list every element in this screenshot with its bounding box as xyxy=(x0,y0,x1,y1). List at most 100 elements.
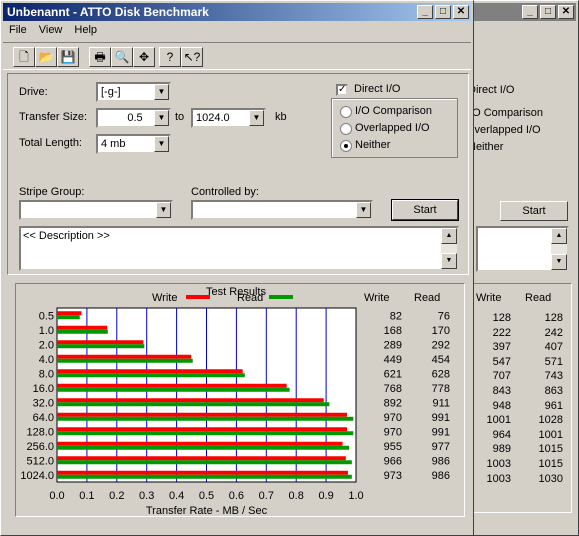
main-window: Unbenannt - ATTO Disk Benchmark _ □ ✕ Fi… xyxy=(0,0,474,536)
bg-write-value: 397 xyxy=(492,341,511,354)
total-length-select[interactable]: 4 mb ▼ xyxy=(96,134,171,154)
overlapped-io-radio[interactable] xyxy=(340,123,352,135)
read-value: 778 xyxy=(432,383,450,395)
maximize-button[interactable]: □ xyxy=(435,5,451,19)
bg-maximize-button[interactable]: □ xyxy=(540,5,556,19)
move-icon[interactable]: ✥ xyxy=(133,47,155,67)
bg-read-value: 1030 xyxy=(538,472,563,485)
y-tick-label: 128.0 xyxy=(26,426,54,438)
bg-write-value: 707 xyxy=(492,370,511,383)
bar-write xyxy=(57,311,82,316)
x-tick-label: 0.7 xyxy=(259,490,274,502)
transfer-size-to-value: 1024.0 xyxy=(196,112,230,124)
toolbar: 🗋 📂 💾 🖶 🔍 ✥ ? ↖? xyxy=(3,42,471,70)
bar-read xyxy=(57,445,350,450)
scroll-up-icon[interactable]: ▲ xyxy=(441,228,457,244)
bar-write xyxy=(57,340,144,345)
bar-write xyxy=(57,441,343,446)
bg-read-value: 1028 xyxy=(538,414,563,427)
scroll-down-icon[interactable]: ▼ xyxy=(441,253,457,269)
write-value: 449 xyxy=(384,354,402,366)
y-tick-label: 0.5 xyxy=(39,310,54,322)
bg-write-value: 1003 xyxy=(486,472,511,485)
chevron-down-icon[interactable]: ▼ xyxy=(156,202,171,218)
chevron-down-icon[interactable]: ▼ xyxy=(356,202,371,218)
y-tick-label: 8.0 xyxy=(39,368,54,380)
to-label: to xyxy=(175,111,185,123)
read-value: 911 xyxy=(432,397,450,409)
print-icon[interactable]: 🖶 xyxy=(89,47,111,67)
transfer-size-to-select[interactable]: 1024.0 ▼ xyxy=(191,108,266,128)
menu-file[interactable]: File xyxy=(3,22,33,40)
write-value: 621 xyxy=(384,368,402,380)
bg-start-button[interactable]: Start xyxy=(500,201,568,221)
chevron-down-icon[interactable]: ▼ xyxy=(249,110,264,126)
write-value: 768 xyxy=(384,383,402,395)
background-window: _ □ ✕ Direct I/O I/O Comparison Overlapp… xyxy=(465,0,579,536)
legend-write-swatch xyxy=(186,295,210,299)
bg-overlapped-io-label: Overlapped I/O xyxy=(466,124,541,136)
read-value: 986 xyxy=(432,455,450,467)
write-value: 168 xyxy=(384,325,402,337)
controlled-by-label: Controlled by: xyxy=(191,186,259,198)
bg-close-button[interactable]: ✕ xyxy=(558,5,574,19)
neither-label: Neither xyxy=(355,139,391,151)
read-value: 76 xyxy=(438,310,450,322)
bar-write xyxy=(57,427,348,432)
bg-read-header: Read xyxy=(525,292,552,304)
bg-read-value: 1015 xyxy=(538,458,563,470)
bg-description-box[interactable]: ▲ ▼ xyxy=(476,226,569,272)
new-icon[interactable]: 🗋 xyxy=(13,47,35,67)
bg-minimize-button[interactable]: _ xyxy=(522,5,538,19)
open-icon[interactable]: 📂 xyxy=(35,47,57,67)
read-value: 991 xyxy=(432,426,450,438)
io-comparison-radio[interactable] xyxy=(340,106,352,118)
read-value: 977 xyxy=(432,441,450,453)
save-icon[interactable]: 💾 xyxy=(57,47,79,67)
help-icon[interactable]: ? xyxy=(159,47,181,67)
menu-help[interactable]: Help xyxy=(68,22,103,40)
bg-write-value: 1003 xyxy=(486,458,511,470)
start-button[interactable]: Start xyxy=(391,199,459,221)
chevron-down-icon[interactable]: ▼ xyxy=(154,110,169,126)
description-box[interactable]: << Description >> ▲ ▼ xyxy=(19,226,459,271)
bg-read-value: 1015 xyxy=(538,443,563,456)
bg-read-value: 571 xyxy=(544,355,563,368)
direct-io-checkbox[interactable]: ✓ xyxy=(336,84,348,96)
write-value: 892 xyxy=(384,397,402,409)
bg-write-value: 547 xyxy=(492,355,511,368)
bar-read xyxy=(57,315,80,320)
transfer-size-from-select[interactable]: 0.5 ▼ xyxy=(96,108,171,128)
neither-radio[interactable] xyxy=(340,140,352,152)
total-length-value: 4 mb xyxy=(101,138,126,150)
description-scrollbar[interactable]: ▲ ▼ xyxy=(441,228,457,269)
menu-view[interactable]: View xyxy=(33,22,69,40)
write-header: Write xyxy=(364,292,389,304)
drive-select[interactable]: [-g-] ▼ xyxy=(96,82,171,102)
drive-label: Drive: xyxy=(19,86,48,98)
context-help-icon[interactable]: ↖? xyxy=(181,47,203,67)
print-preview-icon[interactable]: 🔍 xyxy=(111,47,133,67)
chevron-down-icon[interactable]: ▼ xyxy=(154,136,169,152)
stripe-group-label: Stripe Group: xyxy=(19,186,85,198)
chevron-down-icon[interactable]: ▼ xyxy=(154,84,169,100)
x-tick-label: 1.0 xyxy=(348,490,363,502)
bg-read-value: 1001 xyxy=(538,428,563,441)
stripe-group-select[interactable]: ▼ xyxy=(19,200,173,220)
minimize-button[interactable]: _ xyxy=(417,5,433,19)
read-value: 986 xyxy=(432,470,450,482)
io-mode-group: I/O Comparison Overlapped I/O Neither xyxy=(331,98,458,158)
transfer-size-label: Transfer Size: xyxy=(19,111,88,123)
y-tick-label: 512.0 xyxy=(26,455,54,467)
menu-bar: File View Help xyxy=(3,22,103,40)
read-header: Read xyxy=(414,292,440,304)
bar-write xyxy=(57,383,287,388)
y-tick-label: 2.0 xyxy=(39,339,54,351)
write-value: 82 xyxy=(390,310,402,322)
controlled-by-select[interactable]: ▼ xyxy=(191,200,373,220)
legend-read-label: Read xyxy=(237,292,263,304)
bar-write xyxy=(57,412,348,417)
close-button[interactable]: ✕ xyxy=(453,5,469,19)
bg-write-header: Write xyxy=(476,292,502,304)
bg-write-value: 1001 xyxy=(486,414,511,427)
